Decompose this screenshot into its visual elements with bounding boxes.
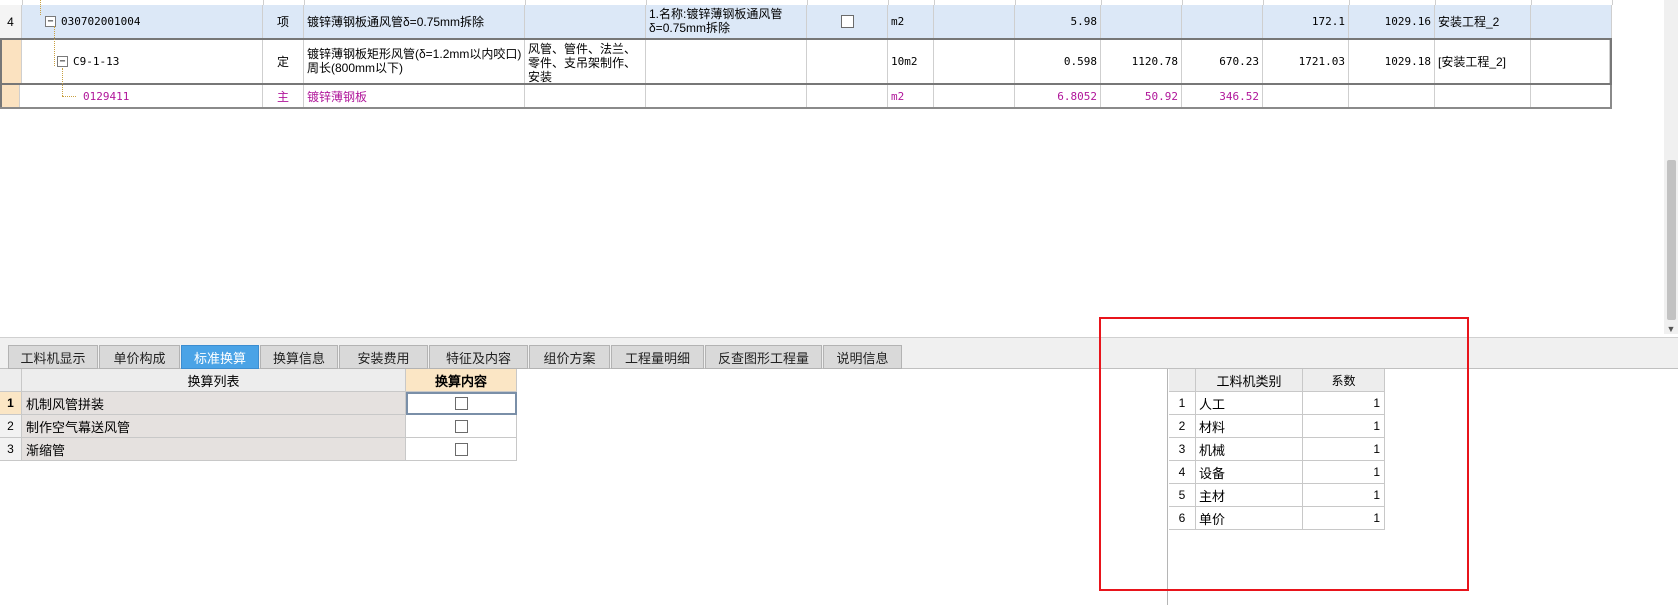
- row-number: 1: [0, 392, 22, 415]
- quota-qty-expr[interactable]: [934, 40, 1015, 83]
- item-qty-expr[interactable]: [934, 5, 1015, 38]
- material-code: 0129411: [83, 89, 130, 103]
- tab-graphic-quantity[interactable]: 反查图形工程量: [705, 345, 822, 369]
- material-content: [525, 85, 646, 107]
- tree-line: [54, 26, 55, 66]
- table-row[interactable]: 4 − 030702001004 项 镀锌薄钢板通风管δ=0.75mm拆除 1.…: [0, 5, 1612, 39]
- row-number: 3: [0, 438, 22, 461]
- quota-code: C9-1-13: [73, 55, 120, 68]
- item-price1: [1101, 5, 1182, 38]
- table-row[interactable]: − C9-1-13 定 镀锌薄钢板矩形风管(δ=1.2mm以内咬口)周长(800…: [0, 38, 1612, 85]
- material-feature: [646, 85, 807, 107]
- conversion-header-row: 换算列表 换算内容: [0, 369, 517, 392]
- material-code-cell[interactable]: 0129411: [22, 85, 263, 107]
- quota-total: 1721.03: [1263, 40, 1349, 83]
- tree-line: [62, 96, 76, 97]
- item-total: 172.1: [1263, 5, 1349, 38]
- conversion-item-name: 制作空气幕送风管: [22, 415, 406, 438]
- quota-extra: [1531, 40, 1610, 83]
- conversion-checkbox[interactable]: [454, 442, 468, 456]
- scrollbar-thumb[interactable]: [1667, 160, 1676, 320]
- material-total: [1263, 85, 1349, 107]
- row-number: 2: [0, 415, 22, 438]
- item-checkbox-cell[interactable]: [807, 5, 888, 38]
- tab-features[interactable]: 特征及内容: [429, 345, 528, 369]
- item-type: 项: [263, 5, 304, 38]
- conversion-item-name: 渐缩管: [22, 438, 406, 461]
- row-marker: [2, 40, 22, 83]
- quota-content[interactable]: 风管、管件、法兰、零件、支吊架制作、安装: [525, 40, 646, 83]
- header-conversion-list: 换算列表: [22, 369, 406, 392]
- tab-install-fee[interactable]: 安装费用: [339, 345, 428, 369]
- item-name[interactable]: 镀锌薄钢板通风管δ=0.75mm拆除: [304, 5, 525, 38]
- material-price3: [1349, 85, 1435, 107]
- item-price2: [1182, 5, 1263, 38]
- material-name[interactable]: 镀锌薄钢板: [304, 85, 525, 107]
- quota-type: 定: [263, 40, 304, 83]
- quota-code-cell[interactable]: − C9-1-13: [22, 40, 263, 83]
- material-extra: [1531, 85, 1612, 107]
- item-unit: m2: [888, 5, 934, 38]
- material-check-cell: [807, 85, 888, 107]
- material-price1: 50.92: [1101, 85, 1182, 107]
- item-code: 030702001004: [61, 15, 141, 28]
- collapse-icon[interactable]: −: [57, 56, 68, 67]
- quota-project: [安装工程_2]: [1435, 40, 1531, 83]
- item-checkbox[interactable]: [840, 15, 854, 28]
- tree-line: [40, 0, 41, 15]
- item-project: 安装工程_2: [1435, 5, 1531, 38]
- quota-name[interactable]: 镀锌薄钢板矩形风管(δ=1.2mm以内咬口)周长(800mm以下): [304, 40, 525, 83]
- material-qty-expr: [934, 85, 1015, 107]
- tab-quantity-detail[interactable]: 工程量明细: [611, 345, 704, 369]
- row-number: 4: [0, 5, 22, 38]
- quota-unit: 10m2: [888, 40, 934, 83]
- quota-check-cell: [807, 40, 888, 83]
- conversion-item-name: 机制风管拼装: [22, 392, 406, 415]
- scroll-down-icon[interactable]: ▼: [1666, 324, 1676, 334]
- tree-line: [62, 68, 63, 96]
- item-qty[interactable]: 5.98: [1015, 5, 1101, 38]
- tab-pricing-plan[interactable]: 组价方案: [529, 345, 610, 369]
- conversion-checkbox-cell[interactable]: [406, 415, 517, 438]
- conversion-checkbox-cell[interactable]: [406, 438, 517, 461]
- item-content[interactable]: [525, 5, 646, 38]
- material-type: 主: [263, 85, 304, 107]
- quota-feature: [646, 40, 807, 83]
- quota-price3: 1029.18: [1349, 40, 1435, 83]
- material-qty[interactable]: 6.8052: [1015, 85, 1101, 107]
- quota-qty[interactable]: 0.598: [1015, 40, 1101, 83]
- item-price3: 1029.16: [1349, 5, 1435, 38]
- item-code-cell[interactable]: − 030702001004: [22, 5, 263, 38]
- conversion-checkbox[interactable]: [455, 397, 468, 410]
- conversion-checkbox[interactable]: [454, 419, 468, 433]
- vertical-scrollbar[interactable]: ▼: [1664, 0, 1678, 334]
- tab-labor-material[interactable]: 工料机显示: [8, 345, 98, 369]
- item-feature[interactable]: 1.名称:镀锌薄钢板通风管δ=0.75mm拆除: [646, 5, 807, 38]
- tab-description[interactable]: 说明信息: [823, 345, 902, 369]
- item-extra: [1531, 5, 1612, 38]
- tab-standard-conversion[interactable]: 标准换算: [181, 345, 259, 369]
- tab-conversion-info[interactable]: 换算信息: [260, 345, 338, 369]
- material-price2: 346.52: [1182, 85, 1263, 107]
- table-row[interactable]: 3 渐缩管: [0, 438, 517, 461]
- conversion-checkbox-cell[interactable]: [406, 392, 517, 415]
- highlight-box: [1099, 317, 1469, 591]
- quota-price2: 670.23: [1182, 40, 1263, 83]
- material-unit: m2: [888, 85, 934, 107]
- material-project: [1435, 85, 1531, 107]
- table-row[interactable]: 1 机制风管拼装: [0, 392, 517, 415]
- quota-price1: 1120.78: [1101, 40, 1182, 83]
- header-corner: [0, 369, 22, 392]
- table-row[interactable]: 0129411 主 镀锌薄钢板 m2 6.8052 50.92 346.52: [0, 85, 1612, 109]
- header-conversion-content: 换算内容: [406, 369, 517, 392]
- table-row[interactable]: 2 制作空气幕送风管: [0, 415, 517, 438]
- row-marker: [0, 85, 20, 107]
- tab-unit-price[interactable]: 单价构成: [99, 345, 180, 369]
